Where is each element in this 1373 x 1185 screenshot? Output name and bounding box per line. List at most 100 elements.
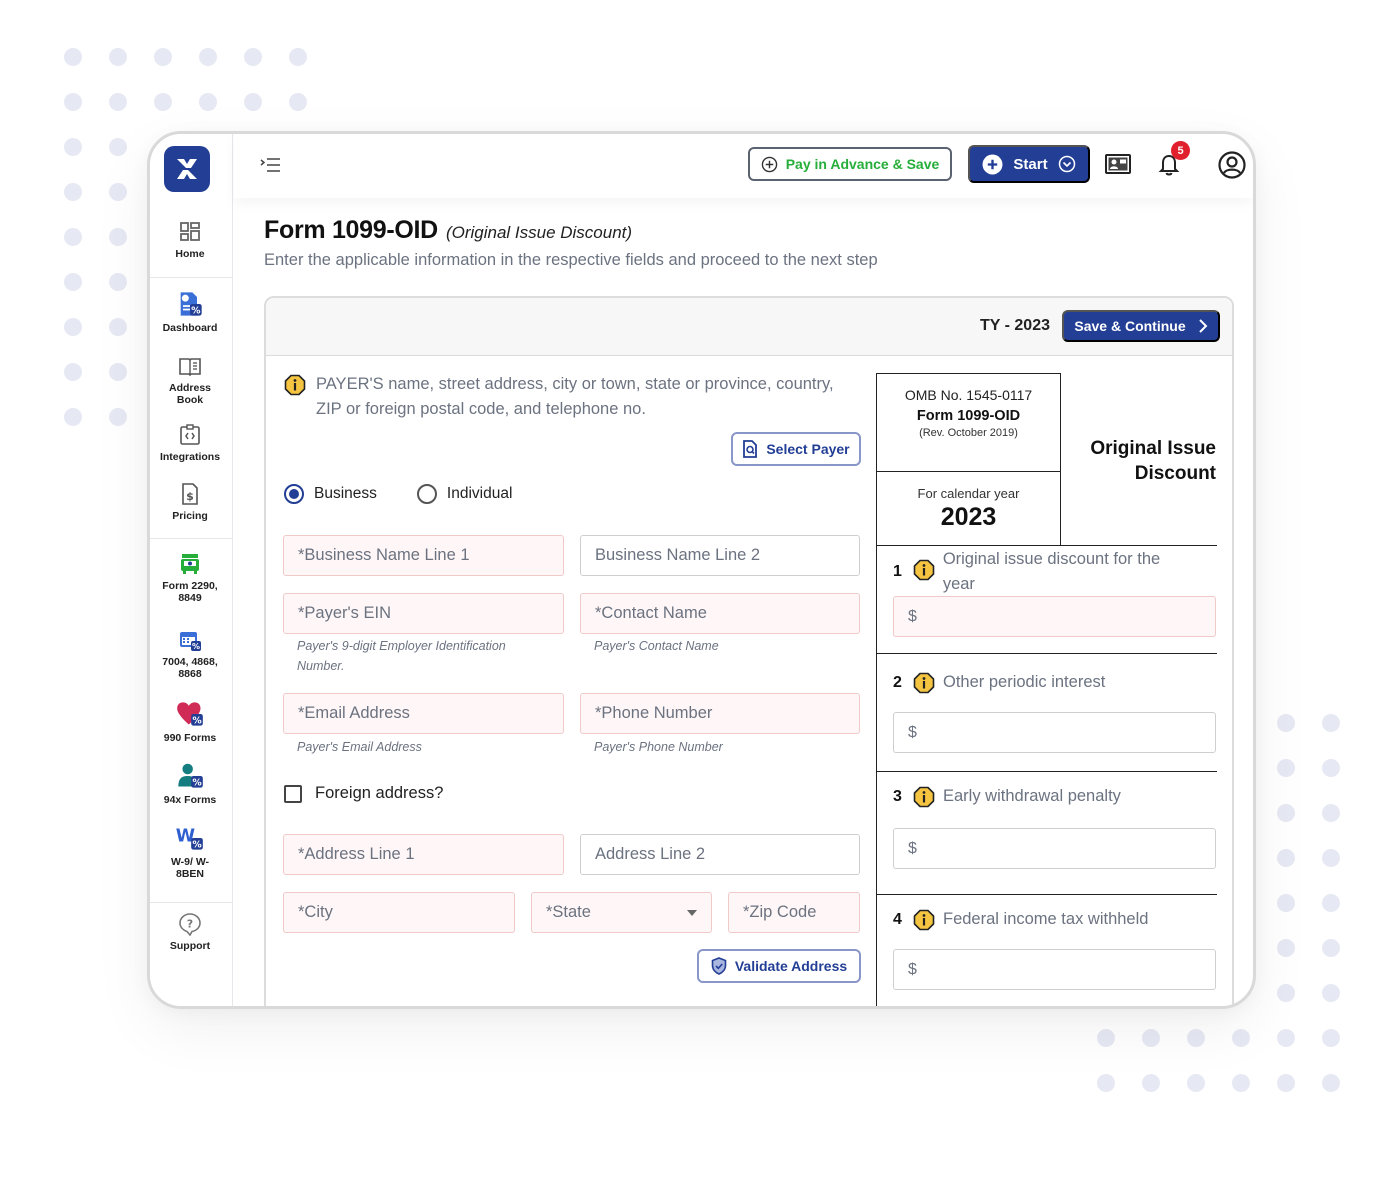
- radio-selected-indicator[interactable]: [284, 484, 304, 504]
- decorative-dot: [154, 93, 172, 111]
- card-header: TY - 2023 Save & Continue: [266, 298, 1232, 356]
- decorative-dot: [199, 48, 217, 66]
- box-1-amount-input[interactable]: $: [893, 596, 1216, 637]
- decorative-dot: [244, 48, 262, 66]
- sidebar-item-integrations[interactable]: Integrations: [150, 423, 230, 463]
- info-icon[interactable]: [913, 786, 935, 808]
- top-bar: Pay in Advance & Save Start 5: [234, 134, 1253, 198]
- city-input[interactable]: *City: [283, 892, 515, 933]
- decorative-dot: [1322, 984, 1340, 1002]
- logo-x-icon: [177, 159, 197, 179]
- payer-info-note: PAYER'S name, street address, city or to…: [284, 372, 844, 422]
- radio-indicator[interactable]: [416, 484, 437, 504]
- help-icon: ?: [179, 913, 201, 936]
- decorative-dot: [109, 138, 127, 156]
- zip-code-input[interactable]: *Zip Code: [728, 892, 860, 933]
- sidebar-item-home[interactable]: Home: [150, 220, 230, 260]
- pay-in-advance-button[interactable]: Pay in Advance & Save: [748, 147, 952, 181]
- radio-label: Business: [314, 485, 377, 502]
- radio-individual[interactable]: Individual: [416, 484, 513, 504]
- box-label-row: 4 Federal income tax withheld: [893, 907, 1148, 932]
- info-icon[interactable]: [913, 559, 935, 581]
- info-icon[interactable]: [284, 374, 306, 396]
- validate-address-label: Validate Address: [734, 958, 848, 974]
- box-label: Original issue discount for the year: [942, 550, 1161, 593]
- svg-text:%: %: [192, 715, 202, 726]
- save-continue-button[interactable]: Save & Continue: [1062, 310, 1220, 342]
- id-card-icon[interactable]: [1105, 154, 1131, 174]
- decorative-dot: [1322, 894, 1340, 912]
- decorative-dot: [1322, 849, 1340, 867]
- menu-toggle-icon[interactable]: [260, 156, 282, 174]
- box-4-amount-input[interactable]: $: [893, 949, 1216, 990]
- sidebar-item-990-forms[interactable]: % 990 Forms: [150, 700, 230, 744]
- sidebar-item-support[interactable]: ? Support: [150, 912, 230, 952]
- decorative-dot: [64, 273, 82, 291]
- page-title: Form 1099-OID (Original Issue Discount): [264, 216, 632, 245]
- sidebar-item-form-2290[interactable]: Form 2290, 8849: [150, 552, 230, 604]
- decorative-dot: [64, 363, 82, 381]
- decorative-dot: [1277, 759, 1295, 777]
- heart-icon: %: [177, 702, 203, 726]
- omb-info-box: OMB No. 1545-0117 Form 1099-OID (Rev. Oc…: [876, 373, 1061, 545]
- sidebar-item-94x-forms[interactable]: % 94x Forms: [150, 762, 230, 806]
- decorative-dot: [109, 318, 127, 336]
- box-3-amount-input[interactable]: $: [893, 828, 1216, 869]
- box-number: 4: [893, 911, 902, 928]
- decorative-dot: [1277, 939, 1295, 957]
- business-name-line-2-input[interactable]: Business Name Line 2: [580, 535, 860, 576]
- amount-boxes-column: 1 Original issue discount for the year $…: [876, 545, 1217, 1006]
- sidebar-item-label: Address Book: [168, 382, 211, 406]
- payer-type-radio-group: Business Individual: [284, 484, 512, 504]
- business-name-line-1-input[interactable]: *Business Name Line 1: [283, 535, 564, 576]
- decorative-dot: [1322, 939, 1340, 957]
- box-2: 2 Other periodic interest $: [877, 653, 1217, 771]
- svg-text:%: %: [192, 642, 200, 651]
- foreign-address-checkbox[interactable]: [284, 784, 302, 803]
- start-button[interactable]: Start: [968, 145, 1090, 183]
- sidebar-item-dashboard[interactable]: % Dashboard: [150, 290, 230, 334]
- decorative-dot: [1097, 1029, 1115, 1047]
- save-continue-label: Save & Continue: [1074, 318, 1186, 334]
- decorative-dot: [1187, 1029, 1205, 1047]
- foreign-address-checkbox-row[interactable]: Foreign address?: [284, 784, 443, 803]
- decorative-dot: [1142, 1029, 1160, 1047]
- payer-ein-input[interactable]: *Payer's EIN: [283, 593, 564, 634]
- sidebar-item-address-book[interactable]: Address Book: [150, 354, 230, 406]
- shield-check-icon: [711, 957, 727, 975]
- state-select[interactable]: *State: [531, 892, 712, 933]
- select-payer-button[interactable]: Select Payer: [731, 432, 861, 466]
- form-subtitle: (Original Issue Discount): [445, 223, 633, 242]
- info-icon[interactable]: [913, 672, 935, 694]
- box-label: Federal income tax withheld: [943, 910, 1149, 928]
- info-icon[interactable]: [913, 909, 935, 931]
- decorative-dot: [1277, 849, 1295, 867]
- svg-text:?: ?: [187, 918, 193, 931]
- sidebar-item-pricing[interactable]: $ Pricing: [150, 482, 230, 522]
- decorative-dot: [1232, 1074, 1250, 1092]
- sidebar-item-extensions[interactable]: % 7004, 4868, 8868: [150, 628, 230, 680]
- user-avatar-icon[interactable]: [1218, 151, 1246, 179]
- decorative-dot: [1322, 804, 1340, 822]
- decorative-dot: [1277, 804, 1295, 822]
- sidebar-divider: [150, 902, 232, 903]
- contact-name-input[interactable]: *Contact Name: [580, 593, 860, 634]
- validate-address-button[interactable]: Validate Address: [697, 949, 861, 983]
- address-line-2-input[interactable]: Address Line 2: [580, 834, 860, 875]
- state-placeholder: *State: [546, 903, 591, 921]
- notification-badge: 5: [1171, 141, 1190, 160]
- radio-label: Individual: [446, 485, 513, 502]
- address-line-1-input[interactable]: *Address Line 1: [283, 834, 564, 875]
- box-2-amount-input[interactable]: $: [893, 712, 1216, 753]
- grid-icon: [180, 222, 200, 241]
- decorative-dot: [109, 363, 127, 381]
- decorative-dot: [289, 93, 307, 111]
- sidebar-item-label: Pricing: [172, 510, 208, 522]
- phone-number-input[interactable]: *Phone Number: [580, 693, 860, 734]
- sidebar-item-w9[interactable]: W % W-9/ W-8BEN: [150, 824, 230, 881]
- decorative-dot: [109, 273, 127, 291]
- radio-business[interactable]: Business: [284, 484, 377, 504]
- app-logo[interactable]: [164, 146, 210, 192]
- box-number: 3: [893, 788, 902, 805]
- email-address-input[interactable]: *Email Address: [283, 693, 564, 734]
